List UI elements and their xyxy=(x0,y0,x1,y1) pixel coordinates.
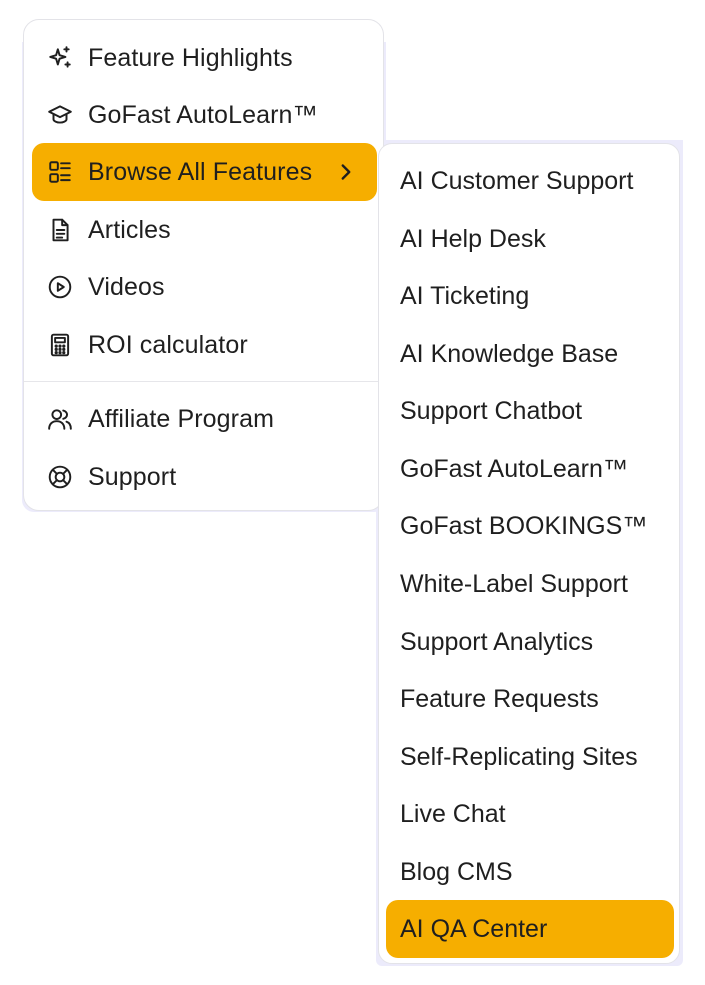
menu-item-label: Videos xyxy=(88,272,165,301)
menu-item-label: Feature Highlights xyxy=(88,43,293,72)
menu-item-autolearn[interactable]: GoFast AutoLearn™ xyxy=(32,86,377,144)
menu-item-browse-all-features[interactable]: Browse All Features xyxy=(32,143,377,201)
menu-item-label: Affiliate Program xyxy=(88,404,275,433)
users-icon xyxy=(46,405,74,433)
menu-item-label: Support xyxy=(88,462,177,491)
submenu-item-feature-requests[interactable]: Feature Requests xyxy=(386,670,674,728)
menu-item-label: Browse All Features xyxy=(88,157,313,186)
submenu-item-ai-help-desk[interactable]: AI Help Desk xyxy=(386,210,674,268)
menu-item-videos[interactable]: Videos xyxy=(32,258,377,316)
features-dropdown-menu: Feature Highlights GoFast AutoLearn™ Bro… xyxy=(23,19,384,511)
submenu-item-white-label-support[interactable]: White-Label Support xyxy=(386,555,674,613)
sparkles-icon xyxy=(46,44,74,72)
menu-item-articles[interactable]: Articles xyxy=(32,201,377,259)
submenu-item-gofast-bookings[interactable]: GoFast BOOKINGS™ xyxy=(386,497,674,555)
submenu-item-support-analytics[interactable]: Support Analytics xyxy=(386,613,674,671)
menu-item-label: ROI calculator xyxy=(88,330,248,359)
play-circle-icon xyxy=(46,273,74,301)
menu-stage: Feature Highlights GoFast AutoLearn™ Bro… xyxy=(0,0,705,985)
submenu-item-ai-qa-center[interactable]: AI QA Center xyxy=(386,900,674,958)
menu-item-feature-highlights[interactable]: Feature Highlights xyxy=(32,29,377,87)
submenu-item-ai-knowledge-base[interactable]: AI Knowledge Base xyxy=(386,325,674,383)
submenu-item-support-chatbot[interactable]: Support Chatbot xyxy=(386,382,674,440)
submenu-item-live-chat[interactable]: Live Chat xyxy=(386,785,674,843)
document-icon xyxy=(46,216,74,244)
lifebuoy-icon xyxy=(46,463,74,491)
menu-item-affiliate-program[interactable]: Affiliate Program xyxy=(32,390,377,448)
submenu-item-self-replicating-sites[interactable]: Self-Replicating Sites xyxy=(386,728,674,786)
menu-item-label: GoFast AutoLearn™ xyxy=(88,100,318,129)
submenu-item-blog-cms[interactable]: Blog CMS xyxy=(386,843,674,901)
menu-item-support[interactable]: Support xyxy=(32,448,377,506)
chevron-right-icon xyxy=(341,164,351,180)
menu-item-label: Articles xyxy=(88,215,171,244)
features-submenu: AI Customer Support AI Help Desk AI Tick… xyxy=(378,143,680,964)
menu-item-roi-calculator[interactable]: ROI calculator xyxy=(32,316,377,374)
graduation-cap-icon xyxy=(46,101,74,129)
submenu-item-ai-ticketing[interactable]: AI Ticketing xyxy=(386,267,674,325)
list-grid-icon xyxy=(46,158,74,186)
menu-divider xyxy=(24,381,383,382)
calculator-icon xyxy=(46,331,74,359)
submenu-item-gofast-autolearn[interactable]: GoFast AutoLearn™ xyxy=(386,440,674,498)
submenu-item-ai-customer-support[interactable]: AI Customer Support xyxy=(386,152,674,210)
